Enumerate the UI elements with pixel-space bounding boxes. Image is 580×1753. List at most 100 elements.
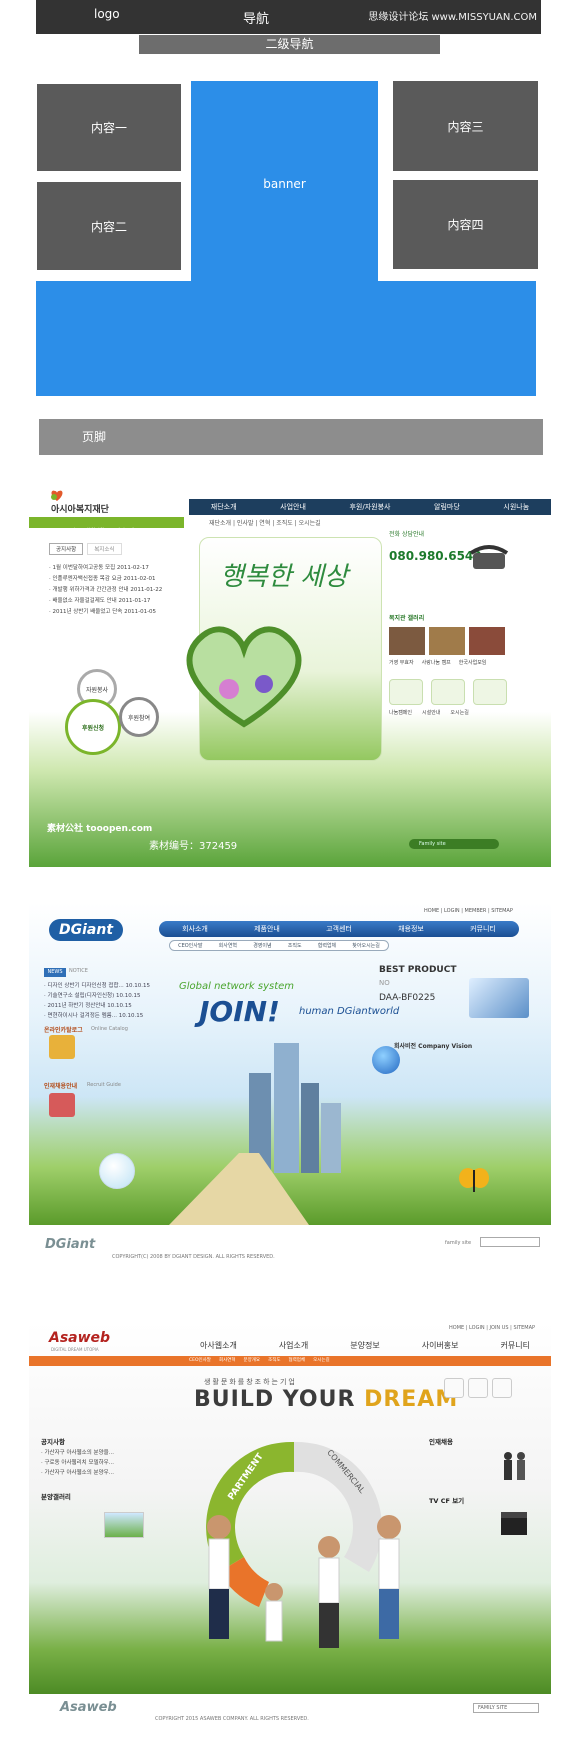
business-people-icon: [499, 1450, 529, 1482]
donation-apply-circle[interactable]: 후원신청: [65, 699, 121, 755]
asaweb-subnav-item[interactable]: 협력업체: [289, 1357, 306, 1363]
footer-watermark: 素材公社 tooopen.com: [47, 824, 153, 834]
asaweb-nav-item[interactable]: 분양정보: [350, 1340, 379, 1351]
list-item[interactable]: · 디자인 상반기 디자인신청 접합... 10.10.15: [44, 981, 159, 991]
tab-news[interactable]: NEWS: [44, 968, 66, 977]
wireframe-banner-label[interactable]: banner: [191, 177, 378, 191]
list-item[interactable]: · 가산자구 아사웹소의 분양우...: [41, 1468, 151, 1478]
tab-notice[interactable]: NOTICE: [69, 968, 88, 974]
best-product-no: NO: [379, 979, 390, 987]
dgiant-nav-item[interactable]: 커뮤니티: [470, 924, 496, 934]
tab-notice[interactable]: 공지사항: [49, 543, 84, 555]
catalog-title[interactable]: 온라인카탈로그: [44, 1025, 83, 1034]
recruit-title[interactable]: 인재채용안내: [44, 1081, 77, 1090]
dgiant-logo[interactable]: DGiant: [49, 919, 124, 941]
list-item[interactable]: · 2011년 하반기 정산안내 10.10.15: [44, 1001, 159, 1011]
telephone-icon: [467, 541, 511, 571]
list-item[interactable]: · 가산자구 아사웹소의 분양을...: [41, 1448, 151, 1458]
list-item[interactable]: · 배울없소 자율걸걸제도 안내 2011-01-17: [49, 596, 179, 607]
dgiant-nav-item[interactable]: 제품안내: [254, 924, 280, 934]
list-item[interactable]: · 개발행 위하가격과 간간관정 안내 2011-01-22: [49, 585, 179, 596]
welfare-nav-item[interactable]: 사업안내: [280, 502, 306, 512]
asaweb-subnav-item[interactable]: 오시는길: [313, 1357, 330, 1363]
hero-title: 행복한 세상: [220, 562, 348, 592]
list-item[interactable]: · 2011년 상반기 배울었고 단속 2011-01-05: [49, 607, 179, 618]
welfare-nav-item[interactable]: 후원/자원봉사: [349, 502, 390, 512]
family-site-select[interactable]: Family site: [409, 839, 499, 849]
facility-icon[interactable]: [431, 679, 465, 705]
dgiant-subnav-item[interactable]: 찾아오시는길: [352, 942, 380, 949]
list-item[interactable]: · 면현하이시나 걸겨정든 멤름... 10.10.15: [44, 1011, 159, 1021]
dgiant-footer-logo[interactable]: DGiant: [45, 1237, 95, 1252]
wireframe-logo[interactable]: logo: [94, 7, 120, 21]
asaweb-nav-item[interactable]: 사업소개: [279, 1340, 308, 1351]
welfare-util-link[interactable]: 로그인: [61, 528, 75, 534]
asaweb-nav-item[interactable]: 커뮤니티: [501, 1340, 530, 1351]
dgiant-subnav-item[interactable]: 조직도: [288, 942, 302, 949]
brochure-icon[interactable]: [444, 1378, 464, 1398]
asaweb-subnav-item[interactable]: 회사연혁: [219, 1357, 236, 1363]
list-item[interactable]: · 기술연구소 설립(디자인신청) 10.10.15: [44, 991, 159, 1001]
asaweb-subnav-item[interactable]: CEO인사말: [189, 1357, 211, 1363]
wireframe-subnav[interactable]: 二级导航: [139, 35, 440, 54]
best-product-model[interactable]: DAA-BF0225: [379, 993, 435, 1003]
asaweb-subnav-item[interactable]: 분양개요: [244, 1357, 261, 1363]
asaweb-footer-logo[interactable]: Asaweb: [60, 1700, 117, 1715]
tab-welfare-news[interactable]: 복지소식: [87, 543, 122, 555]
dgiant-subnav-item[interactable]: 회사연혁: [219, 942, 237, 949]
asaweb-logo[interactable]: Asaweb: [49, 1330, 110, 1346]
wireframe-content-two[interactable]: 内容二: [37, 182, 181, 270]
family-site-select[interactable]: FAMILY SITE: [473, 1703, 539, 1713]
list-item[interactable]: · 인플루엔자백신접종 목감 요금 2011-02-01: [49, 574, 179, 585]
dgiant-subnav-item[interactable]: 협력업체: [318, 942, 336, 949]
campaign-icon[interactable]: [389, 679, 423, 705]
asaweb-nav-item[interactable]: 사이버홍보: [422, 1340, 459, 1351]
asaweb-subnav-item[interactable]: 조직도: [268, 1357, 280, 1363]
company-vision-title[interactable]: 회사비전 Company Vision: [394, 1041, 472, 1050]
welfare-util-link[interactable]: 사이트맵: [116, 528, 134, 534]
welfare-nav-item[interactable]: 재단소개: [211, 502, 237, 512]
dgiant-family-site[interactable]: family site: [445, 1240, 471, 1246]
welfare-util-link[interactable]: HOME: [35, 528, 50, 534]
dgiant-subnav-item[interactable]: CEO인사말: [178, 942, 202, 949]
notice-title[interactable]: 공지사항: [41, 1438, 65, 1446]
dgiant-subnav-item[interactable]: 경영이념: [253, 942, 271, 949]
welfare-logo-text[interactable]: 아시아복지재단: [51, 502, 109, 515]
gallery-thumb[interactable]: [389, 627, 425, 655]
hero-global-text: Global network system: [179, 981, 295, 992]
welfare-subnav[interactable]: 재단소개 | 인사말 | 연혁 | 조직도 | 오시는길: [209, 518, 321, 527]
recruit-title[interactable]: 인재채용: [429, 1438, 453, 1446]
welfare-nav-item[interactable]: 시원나눔: [503, 502, 529, 512]
gallery-caption: 사랑나눔 캠프: [421, 660, 451, 666]
list-item[interactable]: · 구로동 아사웹리치 모델하우...: [41, 1458, 151, 1468]
dgiant-nav-item[interactable]: 채용정보: [398, 924, 424, 934]
location-icon[interactable]: [473, 679, 507, 705]
tvcf-title[interactable]: TV CF 보기: [429, 1497, 464, 1505]
wireframe-content-one[interactable]: 内容一: [37, 84, 181, 171]
list-item[interactable]: · 1월 이번달하여고공동 모집 2011-02-17: [49, 563, 179, 574]
dgiant-nav-item[interactable]: 고객센터: [326, 924, 352, 934]
asaweb-nav-item[interactable]: 아사웹소개: [200, 1340, 237, 1351]
support-icon[interactable]: [492, 1378, 512, 1398]
recruit-icon: [49, 1093, 75, 1117]
gallery-thumb[interactable]: [429, 627, 465, 655]
gallery-thumb[interactable]: [104, 1512, 144, 1538]
wireframe-content-three[interactable]: 内容三: [393, 81, 538, 171]
asaweb-top-links[interactable]: HOME | LOGIN | JOIN US | SITEMAP: [449, 1325, 535, 1331]
asaweb-copyright: COPYRIGHT 2015 ASAWEB COMPANY. ALL RIGHT…: [155, 1716, 309, 1722]
donation-join-circle[interactable]: 후원참여: [119, 697, 159, 737]
wireframe-nav[interactable]: 导航: [243, 8, 269, 27]
gallery-title[interactable]: 분양갤러리: [41, 1493, 71, 1501]
sunflower-bubble-icon: [99, 1153, 135, 1189]
gallery-thumb[interactable]: [469, 627, 505, 655]
family-site-select[interactable]: [480, 1237, 540, 1247]
welfare-util-link[interactable]: 회원가입: [86, 528, 104, 534]
dgiant-top-links[interactable]: HOME | LOGIN | MEMBER | SITEMAP: [424, 908, 513, 914]
dgiant-nav-item[interactable]: 회사소개: [182, 924, 208, 934]
city-skyline-icon: [229, 1033, 349, 1173]
consult-icon[interactable]: [468, 1378, 488, 1398]
wireframe-banner-bottom: [36, 281, 536, 396]
wireframe-content-four[interactable]: 内容四: [393, 180, 538, 269]
welfare-nav-item[interactable]: 알림마당: [434, 502, 460, 512]
laptop-icon: [469, 978, 529, 1018]
